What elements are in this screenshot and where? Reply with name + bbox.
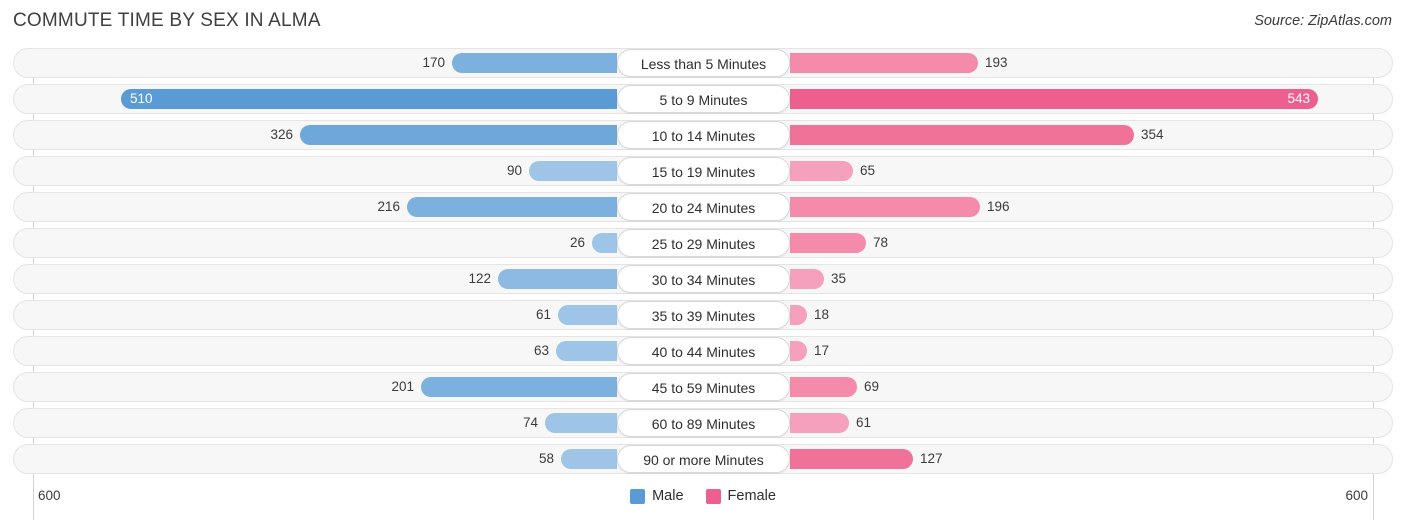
bar-female: [790, 125, 1134, 145]
value-label-male: 510: [130, 91, 153, 106]
category-label-pill: 10 to 14 Minutes: [617, 121, 790, 149]
bar-row: 216 196 20 to 24 Minutes: [0, 192, 1406, 222]
value-label-female: 354: [1141, 127, 1164, 142]
legend-item[interactable]: Male: [630, 488, 684, 504]
bar-female: [790, 161, 853, 181]
value-label-female: 61: [856, 415, 872, 430]
category-label-pill: 35 to 39 Minutes: [617, 301, 790, 329]
value-label-female: 127: [920, 451, 943, 466]
bar-male: [561, 449, 617, 469]
bar-male: [545, 413, 617, 433]
bar-female: [790, 377, 857, 397]
value-label-male: 216: [377, 199, 400, 214]
value-label-male: 201: [391, 379, 414, 394]
bar-male: [558, 305, 617, 325]
bar-female: [790, 53, 978, 73]
bar-male: [300, 125, 617, 145]
legend-item[interactable]: Female: [705, 488, 776, 504]
chart-legend: Male Female: [0, 488, 1406, 504]
chart-plot-area: 170 193 Less than 5 Minutes 510 543 5 to 9 Mi…: [0, 48, 1406, 520]
value-label-female: 78: [873, 235, 889, 250]
category-label-pill: 40 to 44 Minutes: [617, 337, 790, 365]
category-label-pill: 15 to 19 Minutes: [617, 157, 790, 185]
bar-male: [498, 269, 617, 289]
bar-male: [592, 233, 617, 253]
bar-female: [790, 413, 849, 433]
bar-row: 90 65 15 to 19 Minutes: [0, 156, 1406, 186]
value-label-male: 170: [422, 55, 445, 70]
category-label-pill: 5 to 9 Minutes: [617, 85, 790, 113]
value-label-male: 58: [538, 451, 554, 466]
bar-female: [790, 269, 824, 289]
female-swatch-icon: [705, 488, 721, 504]
bar-row: 122 35 30 to 34 Minutes: [0, 264, 1406, 294]
category-label-pill: 25 to 29 Minutes: [617, 229, 790, 257]
chart-footer: 600 600 Male Female: [0, 484, 1406, 523]
bar-female: [790, 449, 913, 469]
category-label-pill: 30 to 34 Minutes: [617, 265, 790, 293]
bar-male: [529, 161, 617, 181]
value-label-female: 69: [864, 379, 880, 394]
value-label-female: 18: [814, 307, 830, 322]
value-label-female: 17: [814, 343, 830, 358]
bar-male: [121, 89, 617, 109]
bar-female: [790, 233, 866, 253]
value-label-male: 26: [569, 235, 585, 250]
value-label-female: 193: [985, 55, 1008, 70]
chart-header: COMMUTE TIME BY SEX IN ALMA Source: ZipA…: [0, 0, 1406, 44]
bar-row: 58 127 90 or more Minutes: [0, 444, 1406, 474]
bar-male: [407, 197, 617, 217]
bar-female: [790, 197, 980, 217]
bar-row: 74 61 60 to 89 Minutes: [0, 408, 1406, 438]
bar-male: [421, 377, 617, 397]
bar-female: [790, 89, 1318, 109]
bar-row: 326 354 10 to 14 Minutes: [0, 120, 1406, 150]
bar-row: 26 78 25 to 29 Minutes: [0, 228, 1406, 258]
value-label-male: 122: [468, 271, 491, 286]
male-swatch-icon: [630, 488, 646, 504]
value-label-male: 63: [533, 343, 549, 358]
value-label-female: 196: [987, 199, 1010, 214]
bar-row: 63 17 40 to 44 Minutes: [0, 336, 1406, 366]
source-attribution: Source: ZipAtlas.com: [1254, 13, 1392, 29]
value-label-male: 61: [535, 307, 551, 322]
category-label-pill: Less than 5 Minutes: [617, 49, 790, 77]
bar-rows-container: 170 193 Less than 5 Minutes 510 543 5 to 9 Mi…: [0, 48, 1406, 480]
bar-row: 510 543 5 to 9 Minutes: [0, 84, 1406, 114]
value-label-female: 543: [1287, 91, 1310, 106]
bar-row: 201 69 45 to 59 Minutes: [0, 372, 1406, 402]
category-label-pill: 90 or more Minutes: [617, 445, 790, 473]
value-label-male: 326: [270, 127, 293, 142]
bar-male: [556, 341, 617, 361]
bar-row: 61 18 35 to 39 Minutes: [0, 300, 1406, 330]
bar-male: [452, 53, 617, 73]
category-label-pill: 45 to 59 Minutes: [617, 373, 790, 401]
value-label-male: 90: [506, 163, 522, 178]
bar-row: 170 193 Less than 5 Minutes: [0, 48, 1406, 78]
category-label-pill: 60 to 89 Minutes: [617, 409, 790, 437]
legend-label: Male: [652, 488, 684, 504]
category-label-pill: 20 to 24 Minutes: [617, 193, 790, 221]
page-title: COMMUTE TIME BY SEX IN ALMA: [13, 10, 321, 31]
legend-label: Female: [727, 488, 776, 504]
value-label-female: 65: [860, 163, 876, 178]
value-label-female: 35: [831, 271, 847, 286]
value-label-male: 74: [522, 415, 538, 430]
